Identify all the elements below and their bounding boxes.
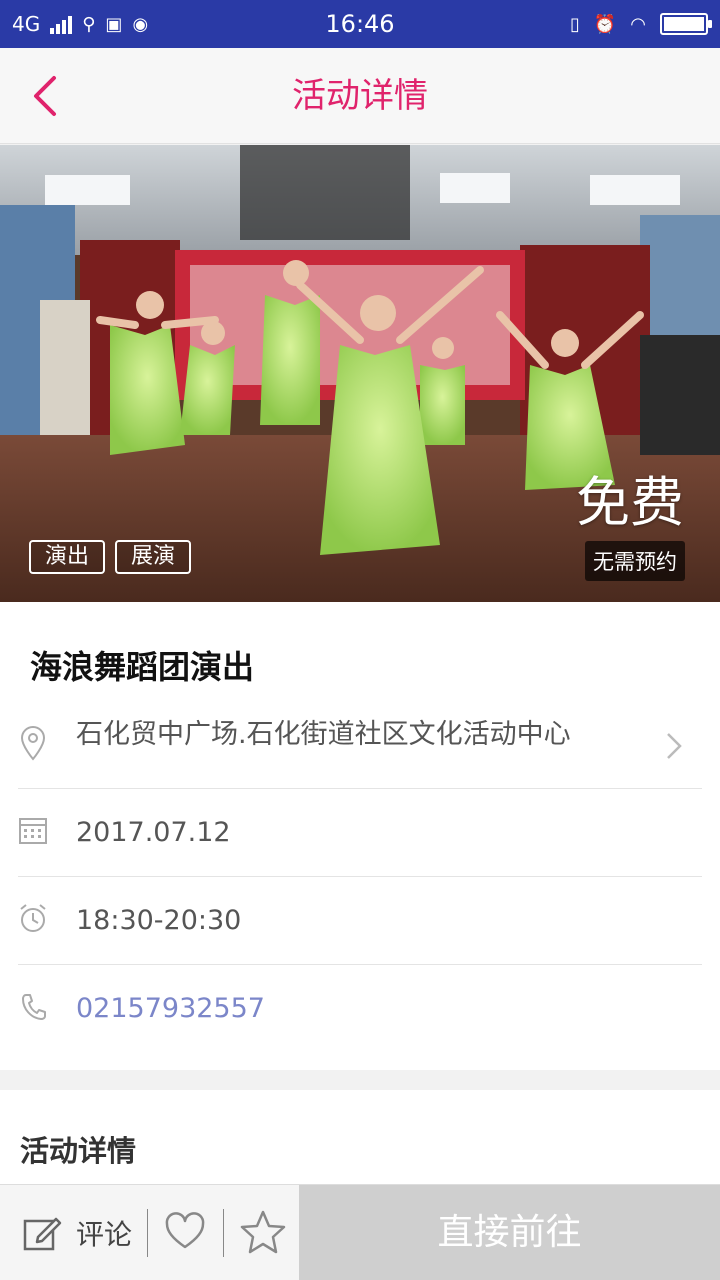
tag-performance: 演出	[29, 540, 106, 574]
comment-button[interactable]: 评论	[22, 1205, 132, 1261]
event-info-card: 海浪舞蹈团演出 石化贸中广场.石化街道社区文化活动中心 2017.07.12 1…	[0, 602, 720, 1070]
phone-icon	[22, 994, 46, 1020]
time-row: 18:30-20:30	[18, 877, 702, 965]
chevron-right-icon	[667, 733, 682, 759]
alarm-icon: ⏰	[593, 13, 617, 35]
tag-list: 演出 展演	[29, 540, 192, 574]
location-text: 石化贸中广场.石化街道社区文化活动中心	[76, 719, 571, 750]
alarm-clock-icon	[20, 904, 46, 932]
phone-number-link[interactable]: 02157932557	[76, 965, 265, 1053]
tag-exhibition: 展演	[115, 540, 192, 574]
go-directly-button[interactable]: 直接前往	[299, 1185, 720, 1280]
divider	[223, 1209, 224, 1257]
date-text: 2017.07.12	[76, 817, 231, 848]
booking-badge: 无需预约	[585, 541, 685, 581]
page-title: 活动详情	[292, 76, 428, 116]
wifi-icon: ◠	[630, 13, 646, 35]
location-pin-icon	[20, 726, 46, 761]
vibrate-icon: ▯	[569, 13, 580, 35]
event-name: 海浪舞蹈团演出	[30, 648, 255, 686]
divider	[147, 1209, 148, 1257]
star-icon[interactable]	[240, 1209, 286, 1255]
heart-icon[interactable]	[164, 1211, 206, 1253]
date-row: 2017.07.12	[18, 789, 702, 877]
edit-comment-icon	[23, 1217, 62, 1251]
price-label: 免费	[576, 471, 684, 534]
comment-label: 评论	[76, 1218, 133, 1251]
app-header: 活动详情	[0, 48, 720, 144]
details-title: 活动详情	[20, 1134, 137, 1168]
bottom-action-bar: 评论 直接前往	[0, 1184, 720, 1280]
status-bar: 4G ⚲ ▣ ◉ 16:46 ▯ ⏰ ◠	[0, 0, 720, 48]
time-text: 18:30-20:30	[76, 905, 242, 936]
status-right: ▯ ⏰ ◠	[569, 0, 712, 48]
calendar-icon	[19, 818, 47, 844]
location-row[interactable]: 石化贸中广场.石化街道社区文化活动中心	[18, 701, 702, 789]
phone-row[interactable]: 02157932557	[18, 965, 702, 1053]
battery-icon	[660, 13, 712, 35]
